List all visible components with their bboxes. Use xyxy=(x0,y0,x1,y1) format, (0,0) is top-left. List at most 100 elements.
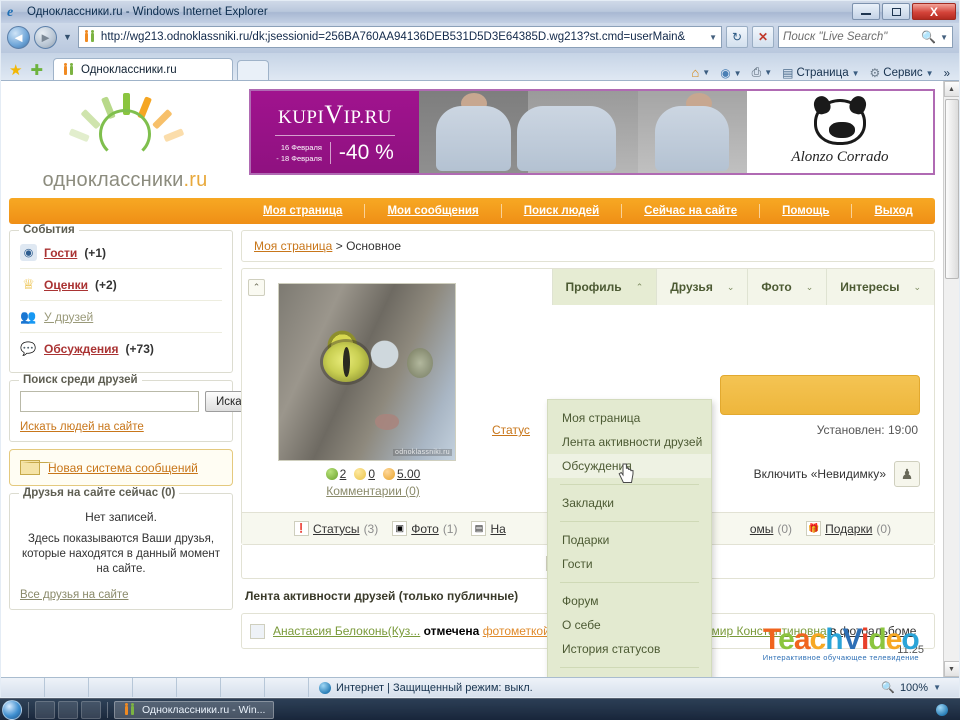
home-button[interactable]: ⌂ ▼ xyxy=(688,65,713,80)
tray-network-icon[interactable] xyxy=(936,703,948,716)
tools-menu-button[interactable]: ⚙ Сервис ▼ xyxy=(867,66,937,80)
feed-album-link[interactable]: фотоальбоме xyxy=(840,624,917,638)
advertisement-banner[interactable]: KUPIVIP.RU 16 Февраля - 18 Февраля -40 % xyxy=(249,89,935,175)
page-menu-button[interactable]: ▤ Страница ▼ xyxy=(779,66,862,80)
profile-avatar[interactable]: odnoklassniki.ru xyxy=(278,283,456,461)
search-provider-chevron-icon[interactable]: ▼ xyxy=(940,33,948,42)
menu-item-bookmarks[interactable]: Закладки xyxy=(548,491,711,515)
quicklaunch-show-desktop[interactable] xyxy=(35,700,55,719)
breadcrumb-link[interactable]: Моя страница xyxy=(254,239,332,253)
rating-green-value[interactable]: 2 xyxy=(340,467,347,481)
sidebar-item-ratings[interactable]: ♕ Оценки (+2) xyxy=(20,269,222,301)
browser-tab[interactable]: Одноклассники.ru xyxy=(53,58,234,80)
rating-yellow[interactable]: 0 xyxy=(354,467,375,481)
new-tab-button[interactable] xyxy=(237,60,270,80)
live-search-box[interactable]: Поиск "Live Search" 🔍 ▼ xyxy=(778,26,953,48)
friend-search-input[interactable] xyxy=(20,391,199,412)
chevron-down-icon[interactable]: ▼ xyxy=(852,69,860,78)
counter-notes-link[interactable]: На xyxy=(490,522,505,536)
sidebar-item-discussions[interactable]: 💬 Обсуждения (+73) xyxy=(20,333,222,364)
sidebar-item-guests[interactable]: ◉ Гости (+1) xyxy=(20,237,222,269)
security-zone-cell[interactable]: Интернет | Защищенный режим: выкл. 🔍 100… xyxy=(309,678,959,697)
site-logo[interactable]: одноклассники.ru xyxy=(9,89,241,192)
menu-item-discussions[interactable]: Обсуждения xyxy=(548,454,711,478)
chevron-down-icon[interactable]: ▼ xyxy=(926,69,934,78)
search-input-placeholder[interactable]: Поиск "Live Search" xyxy=(783,31,917,43)
feeds-button[interactable]: ◉ ▼ xyxy=(717,66,744,80)
ratings-link[interactable]: Оценки xyxy=(44,278,88,292)
counter-statuses[interactable]: ❗ Статусы (3) xyxy=(294,521,378,536)
at-friends-link[interactable]: У друзей xyxy=(44,310,93,324)
taskbar-window-button[interactable]: Одноклассники.ru - Win... xyxy=(114,700,275,719)
comments-link[interactable]: Комментарии (0) xyxy=(326,484,420,498)
counter-photos[interactable]: ▣ Фото (1) xyxy=(392,521,457,536)
refresh-button[interactable]: ↻ xyxy=(726,26,748,48)
chevron-down-icon[interactable]: ▼ xyxy=(933,683,941,692)
menu-item-blacklist[interactable]: Чёрный список xyxy=(548,674,711,677)
search-icon[interactable]: 🔍 xyxy=(921,30,936,44)
chevron-down-icon[interactable]: ▼ xyxy=(764,68,772,77)
favorites-star-icon[interactable]: ★ xyxy=(7,62,24,80)
menu-item-forum[interactable]: Форум xyxy=(548,589,711,613)
start-button[interactable] xyxy=(2,699,22,720)
counter-notes[interactable]: ▤ На xyxy=(471,521,506,536)
invisible-mode-row[interactable]: Включить «Невидимку» ♟ xyxy=(754,461,920,487)
page-scrollbar[interactable]: ▲ ▼ xyxy=(943,81,959,677)
menu-item-status-history[interactable]: История статусов xyxy=(548,637,711,661)
alonzo-corrado-banner[interactable]: Alonzo Corrado xyxy=(746,91,933,173)
menu-item-my-page[interactable]: Моя страница xyxy=(548,406,711,430)
nav-item-search-people[interactable]: Поиск людей xyxy=(502,205,621,217)
menu-item-about-me[interactable]: О себе xyxy=(548,613,711,637)
maximize-button[interactable] xyxy=(882,3,910,20)
chevron-down-icon[interactable]: ▼ xyxy=(734,69,742,78)
guests-link[interactable]: Гости xyxy=(44,246,77,260)
menu-item-gifts[interactable]: Подарки xyxy=(548,528,711,552)
scrollbar-thumb[interactable] xyxy=(944,99,959,279)
sidebar-item-at-friends[interactable]: 👥 У друзей xyxy=(20,301,222,333)
forward-button[interactable]: ► xyxy=(34,25,57,49)
menu-item-friends-activity[interactable]: Лента активности друзей xyxy=(548,430,711,454)
all-friends-link[interactable]: Все друзья на сайте xyxy=(20,589,128,601)
nav-item-my-messages[interactable]: Мои сообщения xyxy=(365,205,500,217)
zoom-control[interactable]: 🔍 100% ▼ xyxy=(881,681,949,695)
status-link[interactable]: Статус xyxy=(492,423,530,437)
feed-user-link[interactable]: Анастасия Белоконь(Куз... xyxy=(273,624,420,638)
nav-item-help[interactable]: Помощь xyxy=(760,205,851,217)
new-message-system-box[interactable]: Новая система сообщений xyxy=(9,449,233,486)
nav-item-logout[interactable]: Выход xyxy=(852,205,934,217)
back-button[interactable]: ◄ xyxy=(7,25,30,49)
kupivip-banner[interactable]: KUPIVIP.RU 16 Февраля - 18 Февраля -40 % xyxy=(251,91,419,173)
minimize-button[interactable] xyxy=(852,3,880,20)
nav-item-my-page[interactable]: Моя страница xyxy=(241,205,364,217)
collapse-button[interactable]: ⌃ xyxy=(248,279,265,296)
rating-orange-value[interactable]: 5.00 xyxy=(397,467,420,481)
close-button[interactable]: X xyxy=(912,3,956,20)
rating-green[interactable]: 2 xyxy=(325,467,347,481)
rating-orange[interactable]: 5.00 xyxy=(383,467,420,481)
quicklaunch-browser[interactable] xyxy=(81,700,101,719)
counter-gifts-link[interactable]: Подарки xyxy=(825,522,872,536)
chevron-down-icon[interactable]: ▼ xyxy=(702,68,710,77)
address-bar[interactable]: http://wg213.odnoklassniki.ru/dk;jsessio… xyxy=(77,26,722,48)
counter-gifts[interactable]: 🎁 Подарки (0) xyxy=(806,521,891,536)
counter-statuses-link[interactable]: Статусы xyxy=(313,522,360,536)
menu-item-guests[interactable]: Гости xyxy=(548,552,711,576)
stop-button[interactable]: ✕ xyxy=(752,26,774,48)
status-input-box[interactable] xyxy=(720,375,920,415)
scroll-up-arrow[interactable]: ▲ xyxy=(943,81,959,97)
counter-forums-link[interactable]: омы xyxy=(750,522,774,536)
invisible-mode-icon[interactable]: ♟ xyxy=(894,461,920,487)
print-button[interactable]: ⎙ ▼ xyxy=(749,65,776,80)
new-message-system-link[interactable]: Новая система сообщений xyxy=(48,461,198,475)
nav-item-online-now[interactable]: Сейчас на сайте xyxy=(622,205,759,217)
toolbar-overflow-button[interactable]: » xyxy=(941,68,953,80)
rating-yellow-value[interactable]: 0 xyxy=(368,467,375,481)
add-to-favorites-icon[interactable]: ✚ xyxy=(28,62,45,80)
counter-forums[interactable]: омы (0) xyxy=(750,522,792,536)
scroll-down-arrow[interactable]: ▼ xyxy=(943,661,959,677)
quicklaunch-switch-windows[interactable] xyxy=(58,700,78,719)
recent-pages-dropdown-icon[interactable]: ▼ xyxy=(61,32,74,42)
search-people-link[interactable]: Искать людей на сайте xyxy=(20,421,144,433)
discussions-link[interactable]: Обсуждения xyxy=(44,342,119,356)
feed-phototag-link[interactable]: фотометкой xyxy=(483,624,550,638)
